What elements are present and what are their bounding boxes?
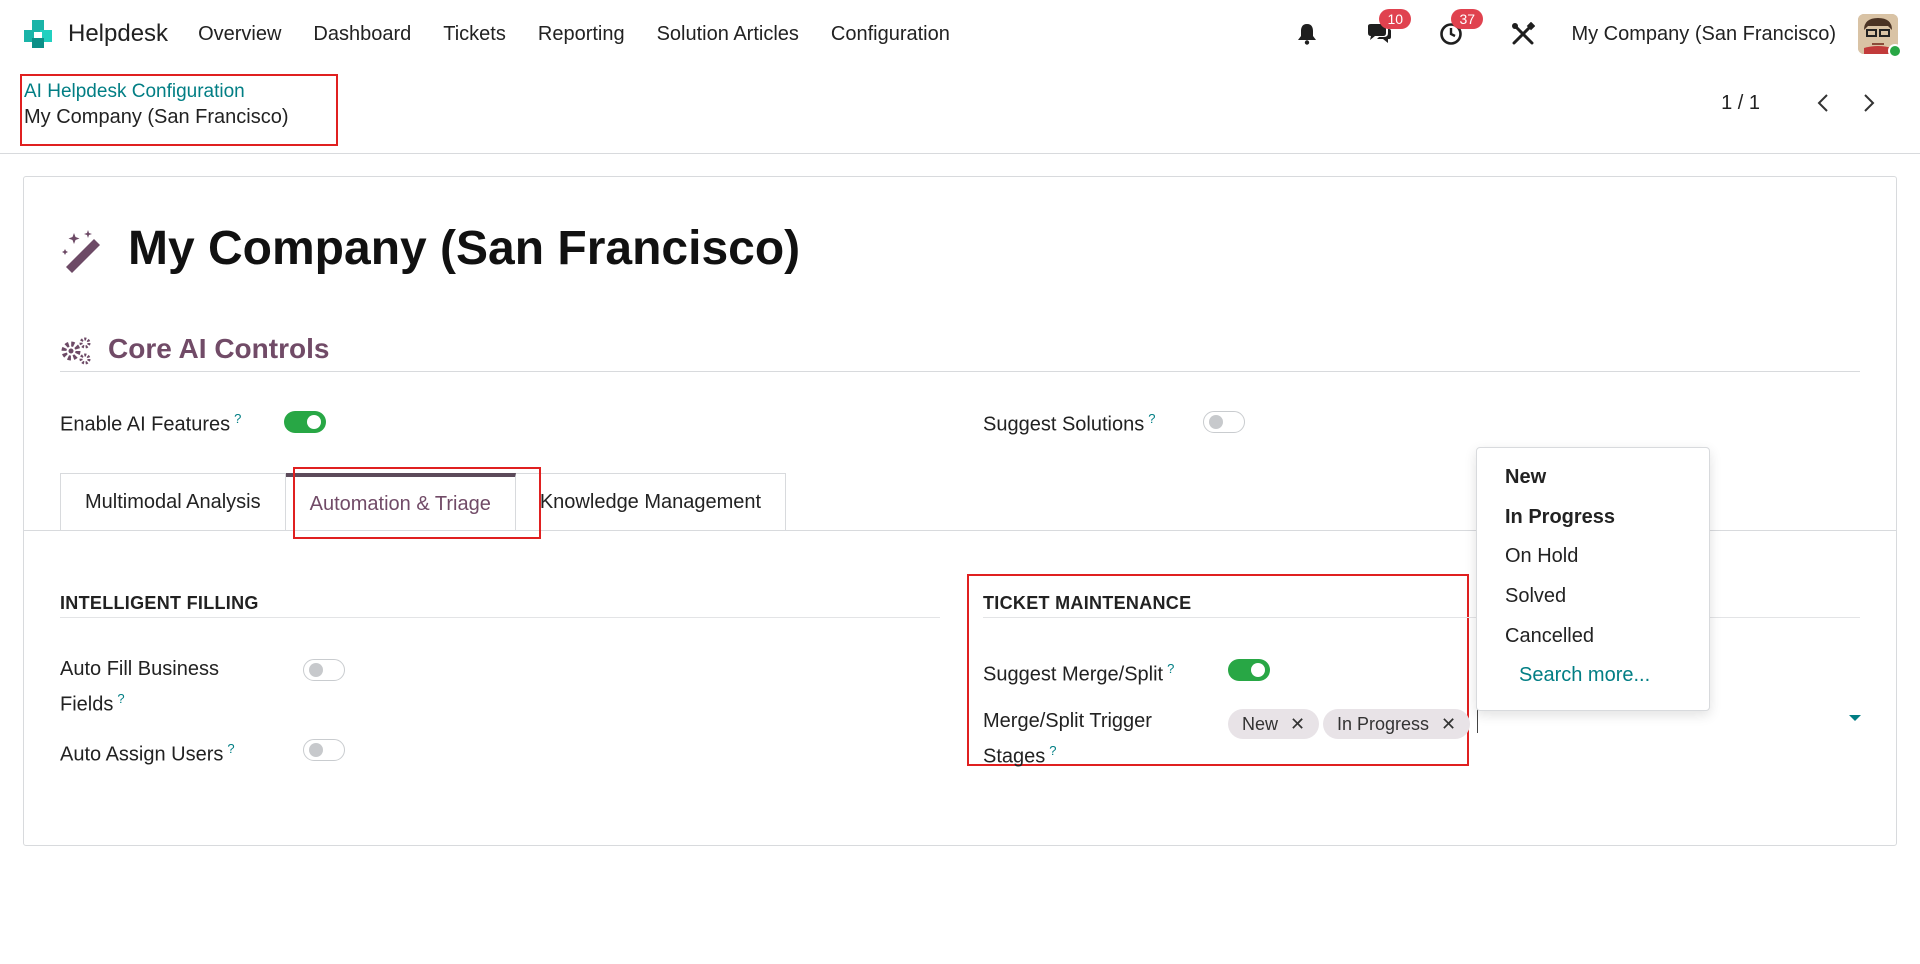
magic-wand-icon bbox=[60, 229, 108, 277]
auto-fill-toggle[interactable] bbox=[303, 659, 345, 681]
help-tooltip-icon[interactable]: ? bbox=[1049, 743, 1056, 758]
group-divider bbox=[983, 617, 1860, 618]
suggest-solutions-label: Suggest Solutions? bbox=[983, 404, 1155, 440]
top-navbar: Helpdesk Overview Dashboard Tickets Repo… bbox=[0, 0, 1920, 68]
chevron-right-icon[interactable] bbox=[1858, 90, 1880, 116]
dropdown-option-in-progress[interactable]: In Progress bbox=[1505, 506, 1615, 529]
user-avatar[interactable] bbox=[1858, 14, 1902, 58]
toggle-knob bbox=[1209, 415, 1223, 429]
toggle-knob bbox=[309, 663, 323, 677]
menu-solution-articles[interactable]: Solution Articles bbox=[657, 23, 799, 46]
record-title: My Company (San Francisco) bbox=[128, 222, 801, 275]
helpdesk-logo-icon bbox=[22, 18, 54, 50]
company-switcher[interactable]: My Company (San Francisco) bbox=[1571, 23, 1836, 46]
suggest-solutions-label-text: Suggest Solutions bbox=[983, 413, 1145, 436]
stage-tag-label: New bbox=[1242, 713, 1279, 734]
auto-assign-label-text: Auto Assign Users bbox=[60, 743, 224, 766]
toggle-knob bbox=[309, 743, 323, 757]
gears-icon bbox=[60, 335, 92, 367]
stage-tag-new: New ✕ bbox=[1228, 709, 1320, 739]
menu-dashboard[interactable]: Dashboard bbox=[313, 23, 411, 46]
section-title-core-ai: Core AI Controls bbox=[108, 333, 330, 364]
group-divider bbox=[60, 617, 940, 618]
group-title-intelligent-filling: INTELLIGENT FILLING bbox=[60, 593, 259, 613]
enable-ai-label-text: Enable AI Features bbox=[60, 413, 231, 436]
activities-count-badge: 37 bbox=[1451, 9, 1484, 29]
enable-ai-toggle[interactable] bbox=[284, 411, 326, 433]
dropdown-option-new[interactable]: New bbox=[1505, 466, 1546, 489]
help-tooltip-icon[interactable]: ? bbox=[234, 411, 241, 426]
suggest-merge-toggle[interactable] bbox=[1228, 659, 1270, 681]
app-name: Helpdesk bbox=[68, 20, 169, 47]
clock-icon[interactable]: 37 bbox=[1435, 9, 1484, 50]
record-pager: 1 / 1 bbox=[1721, 90, 1880, 116]
menu-overview[interactable]: Overview bbox=[198, 23, 281, 46]
help-tooltip-icon[interactable]: ? bbox=[227, 741, 234, 756]
trigger-stages-label-line1: Merge/Split Trigger bbox=[983, 710, 1152, 732]
messages-count-badge: 10 bbox=[1379, 9, 1412, 29]
app-brand[interactable]: Helpdesk bbox=[22, 18, 168, 50]
stage-tag-in-progress: In Progress ✕ bbox=[1323, 709, 1471, 739]
chat-icon[interactable]: 10 bbox=[1363, 9, 1412, 50]
section-divider bbox=[60, 371, 1860, 372]
suggest-merge-label-text: Suggest Merge/Split bbox=[983, 663, 1164, 686]
dropdown-option-on-hold[interactable]: On Hold bbox=[1505, 545, 1578, 568]
tab-knowledge-management[interactable]: Knowledge Management bbox=[515, 473, 787, 531]
suggest-solutions-toggle[interactable] bbox=[1203, 411, 1245, 433]
control-panel: AI Helpdesk Configuration My Company (Sa… bbox=[0, 68, 1920, 154]
dropdown-option-solved[interactable]: Solved bbox=[1505, 585, 1566, 608]
trigger-stages-label-line2: Stages bbox=[983, 745, 1046, 768]
help-tooltip-icon[interactable]: ? bbox=[1148, 411, 1155, 426]
suggest-merge-label: Suggest Merge/Split? bbox=[983, 654, 1174, 690]
navbar-systray: 10 37 My Company (San Francisco) bbox=[1291, 0, 1920, 68]
dropdown-search-more-link[interactable]: Search more... bbox=[1519, 664, 1650, 687]
close-icon[interactable]: ✕ bbox=[1441, 714, 1456, 735]
menu-configuration[interactable]: Configuration bbox=[831, 23, 950, 46]
auto-fill-label: Auto Fill Business Fields? bbox=[60, 654, 219, 720]
menu-tickets[interactable]: Tickets bbox=[443, 23, 506, 46]
stages-search-input[interactable] bbox=[1477, 709, 1478, 733]
breadcrumb-current: My Company (San Francisco) bbox=[24, 106, 289, 128]
dropdown-option-cancelled[interactable]: Cancelled bbox=[1505, 625, 1594, 648]
auto-fill-label-line1: Auto Fill Business bbox=[60, 658, 219, 680]
help-tooltip-icon[interactable]: ? bbox=[1167, 661, 1174, 676]
stages-autocomplete-dropdown: New In Progress On Hold Solved Cancelled… bbox=[1476, 447, 1710, 711]
form-sheet: My Company (San Francisco) Core AI Contr… bbox=[23, 176, 1897, 846]
toggle-knob bbox=[307, 415, 321, 429]
online-status-indicator bbox=[1888, 44, 1902, 58]
stage-tag-label: In Progress bbox=[1337, 713, 1430, 734]
breadcrumb-parent-link[interactable]: AI Helpdesk Configuration bbox=[24, 81, 245, 103]
tools-icon[interactable] bbox=[1507, 18, 1539, 50]
toggle-knob bbox=[1251, 663, 1265, 677]
help-tooltip-icon[interactable]: ? bbox=[117, 691, 124, 706]
group-title-ticket-maintenance: TICKET MAINTENANCE bbox=[983, 593, 1192, 613]
auto-assign-label: Auto Assign Users? bbox=[60, 734, 235, 770]
tab-multimodal-analysis[interactable]: Multimodal Analysis bbox=[60, 473, 286, 531]
tab-highlight-box bbox=[293, 467, 541, 539]
auto-assign-toggle[interactable] bbox=[303, 739, 345, 761]
main-menu: Overview Dashboard Tickets Reporting Sol… bbox=[198, 23, 982, 46]
enable-ai-label: Enable AI Features? bbox=[60, 404, 241, 440]
trigger-stages-label: Merge/Split Trigger Stages? bbox=[983, 706, 1152, 772]
pager-value[interactable]: 1 / 1 bbox=[1721, 92, 1760, 115]
auto-fill-label-line2: Fields bbox=[60, 693, 114, 716]
chevron-left-icon[interactable] bbox=[1812, 90, 1834, 116]
chevron-down-icon[interactable] bbox=[1849, 715, 1861, 721]
close-icon[interactable]: ✕ bbox=[1290, 714, 1305, 735]
menu-reporting[interactable]: Reporting bbox=[538, 23, 625, 46]
bell-icon[interactable] bbox=[1291, 18, 1323, 50]
